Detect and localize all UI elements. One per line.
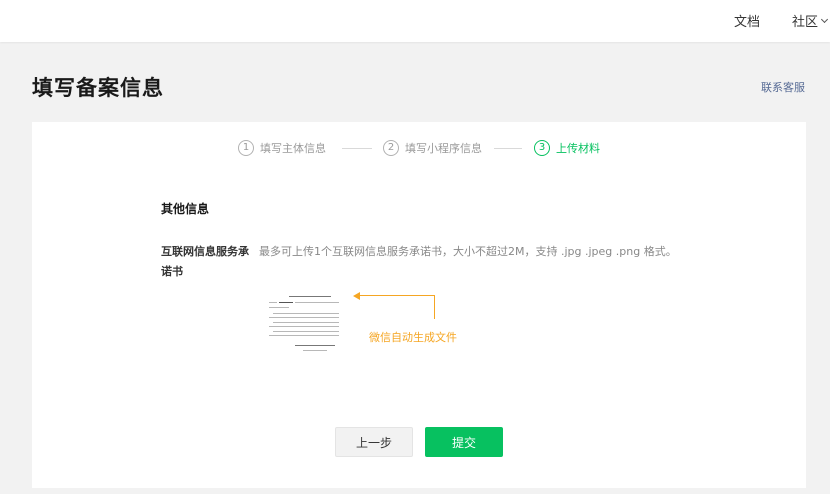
annotation-text: 微信自动生成文件 [369, 331, 457, 344]
annotation-arrow-line [434, 295, 435, 319]
step-2-label: 填写小程序信息 [405, 142, 482, 155]
section-heading: 其他信息 [161, 202, 210, 216]
form-card: 1 填写主体信息 2 填写小程序信息 3 上传材料 其他信息 互联网信息服务承诺… [32, 122, 806, 488]
chevron-down-icon [820, 15, 829, 23]
step-3: 3 上传材料 [534, 140, 600, 156]
doc-text-line [269, 317, 339, 318]
field-label: 互联网信息服务承诺书 [161, 245, 249, 278]
doc-text-line [269, 335, 339, 336]
doc-text-line [269, 307, 289, 308]
submit-button[interactable]: 提交 [425, 427, 503, 457]
nav-community-label: 社区 [792, 15, 819, 30]
top-navbar: 文档 社区 [0, 0, 830, 42]
step-indicator: 1 填写主体信息 2 填写小程序信息 3 上传材料 [32, 140, 806, 162]
step-divider [342, 148, 372, 149]
nav-community-menu[interactable]: 社区 [792, 11, 829, 30]
doc-title-line [289, 296, 331, 297]
step-3-label: 上传材料 [556, 142, 600, 155]
contact-support-link[interactable]: 联系客服 [761, 79, 805, 95]
step-2: 2 填写小程序信息 [383, 140, 482, 156]
arrow-left-icon [353, 292, 360, 300]
doc-text-line [269, 302, 277, 303]
commitment-document-thumbnail[interactable] [265, 290, 345, 356]
step-1: 1 填写主体信息 [238, 140, 326, 156]
doc-text-line [273, 313, 339, 314]
nav-docs-link[interactable]: 文档 [734, 11, 760, 30]
field-description: 最多可上传1个互联网信息服务承诺书，大小不超过2M，支持 .jpg .jpeg … [259, 245, 677, 258]
doc-text-line [295, 302, 339, 303]
doc-text-line [279, 302, 293, 303]
doc-text-line [273, 331, 339, 332]
step-divider [494, 148, 522, 149]
doc-signature-line [295, 345, 335, 346]
doc-date-line [303, 350, 327, 351]
doc-text-line [269, 326, 339, 327]
annotation-arrow-line [359, 295, 435, 296]
step-1-label: 填写主体信息 [260, 142, 326, 155]
step-1-number: 1 [238, 140, 254, 156]
step-2-number: 2 [383, 140, 399, 156]
page-title: 填写备案信息 [32, 76, 164, 100]
previous-step-button[interactable]: 上一步 [335, 427, 413, 457]
doc-text-line [273, 322, 339, 323]
step-3-number: 3 [534, 140, 550, 156]
